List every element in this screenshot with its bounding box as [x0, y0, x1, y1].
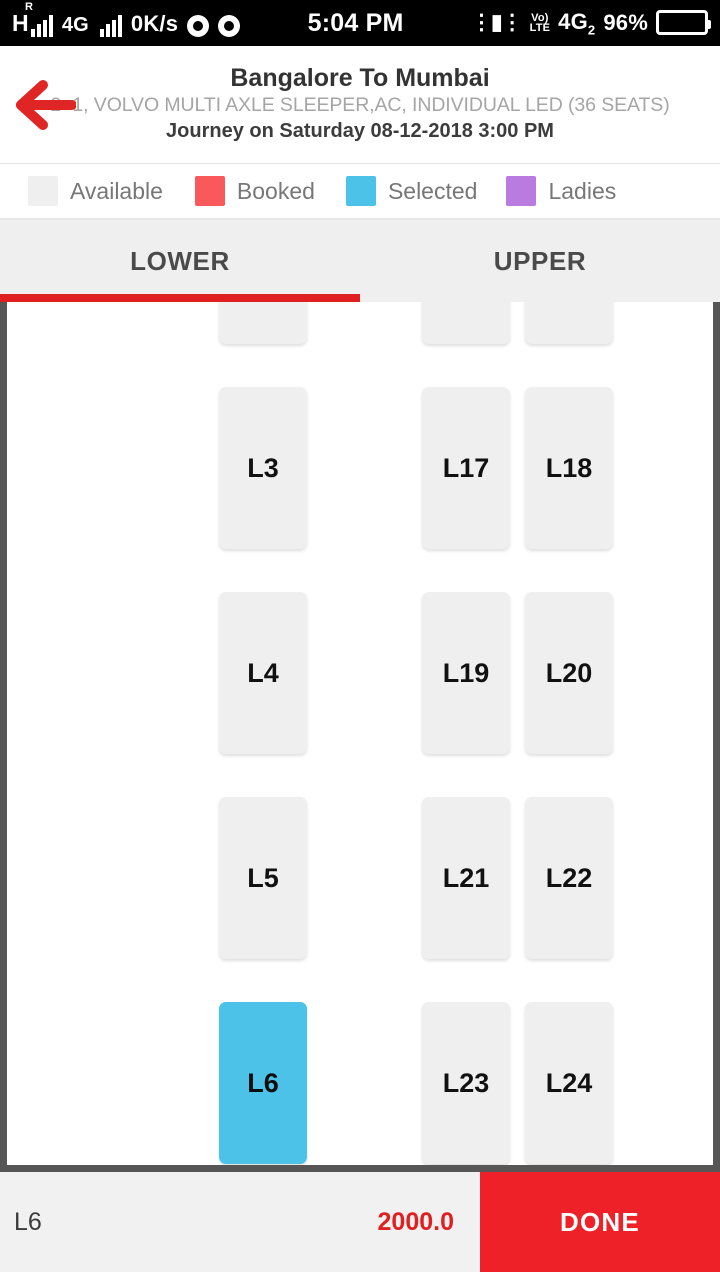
- seat-label: L3: [247, 452, 279, 483]
- bus-description: 2+1, VOLVO MULTI AXLE SLEEPER,AC, INDIVI…: [50, 94, 670, 117]
- seat-label: L20: [545, 657, 593, 688]
- seat-l21[interactable]: L21: [422, 797, 510, 959]
- seat-l3[interactable]: L3: [219, 387, 307, 549]
- seat-l23[interactable]: L23: [422, 1002, 510, 1164]
- seat-l20[interactable]: L20: [525, 592, 613, 754]
- legend-label-booked: Booked: [236, 177, 315, 204]
- journey-datetime: Journey on Saturday 08-12-2018 3:00 PM: [166, 120, 554, 143]
- vibrate-icon: ⋮▮⋮: [471, 11, 523, 35]
- status-bar-left: H R 4G 0K/s: [12, 1, 241, 37]
- battery-full-icon: [656, 10, 711, 36]
- seat-label: L18: [545, 452, 593, 483]
- status-bar: H R 4G 0K/s 5:04 PM ⋮▮⋮ Vo) LTE 4G2 96%: [0, 0, 720, 46]
- seat-l15[interactable]: [422, 302, 510, 344]
- status-bar-right: ⋮▮⋮ Vo) LTE 4G2 96%: [471, 8, 711, 38]
- seat-l24[interactable]: L24: [525, 1002, 613, 1164]
- seat-l5[interactable]: L5: [219, 797, 307, 959]
- booking-summary: L6 2000.0: [0, 1172, 480, 1272]
- roaming-badge: R: [25, 0, 34, 13]
- seat-label: L6: [247, 1067, 279, 1098]
- seat-label: L5: [247, 862, 279, 893]
- seat-label: L17: [442, 452, 490, 483]
- selected-seats-label: L6: [14, 1207, 42, 1236]
- data-rate-label: 0K/s: [130, 10, 179, 36]
- legend-swatch-booked: [194, 176, 225, 206]
- seat-label: L24: [545, 1067, 593, 1098]
- legend-swatch-ladies: [506, 176, 537, 206]
- tab-upper[interactable]: UPPER: [360, 220, 720, 302]
- legend-item-ladies: Ladies: [506, 176, 616, 206]
- back-arrow-icon: [16, 79, 76, 130]
- total-price-label: 2000.0: [377, 1207, 454, 1236]
- legend-swatch-selected: [345, 176, 376, 206]
- volte-bottom: LTE: [529, 21, 551, 34]
- seat-l6[interactable]: L6: [219, 1002, 307, 1164]
- booking-bottom-bar: L6 2000.0 DONE: [0, 1172, 720, 1272]
- seat-l16[interactable]: [525, 302, 613, 344]
- seat-map-panel[interactable]: L3 L17 L18 L4 L19 L20 L5 L21 L22 L6 L23 L24: [0, 302, 720, 1172]
- status-bar-clock: 5:04 PM: [307, 8, 404, 37]
- network-type-label-1: 4G: [61, 13, 89, 36]
- network-letter: H: [12, 9, 29, 36]
- volte-icon: Vo) LTE: [529, 12, 551, 34]
- network-type-label-2: 4G2: [558, 8, 596, 38]
- seat-l4[interactable]: L4: [219, 592, 307, 754]
- chrome-icon: [218, 14, 241, 37]
- legend-label-ladies: Ladies: [548, 177, 617, 204]
- legend-swatch-available: [28, 176, 58, 206]
- seat-legend: Available Booked Selected Ladies: [0, 164, 720, 220]
- seat-label: L23: [442, 1067, 490, 1098]
- done-button[interactable]: DONE: [480, 1172, 720, 1272]
- seat-label: L19: [442, 657, 490, 688]
- app-header: Bangalore To Mumbai 2+1, VOLVO MULTI AXL…: [0, 46, 720, 164]
- legend-item-selected: Selected: [345, 176, 478, 206]
- seat-map-canvas: L3 L17 L18 L4 L19 L20 L5 L21 L22 L6 L23 L24: [7, 302, 713, 1165]
- seat-label: L22: [545, 862, 593, 893]
- signal-bars-icon-1: [30, 14, 53, 37]
- seat-l18[interactable]: L18: [525, 387, 613, 549]
- network-h-icon: H R: [12, 1, 53, 37]
- seat-l17[interactable]: L17: [422, 387, 510, 549]
- seat-label: L4: [247, 657, 279, 688]
- deck-tabs: LOWER UPPER: [0, 220, 720, 302]
- chrome-icon: [187, 14, 210, 37]
- seat-label: L21: [442, 862, 490, 893]
- legend-item-available: Available: [28, 176, 163, 206]
- tab-lower[interactable]: LOWER: [0, 220, 360, 302]
- signal-bars-icon-2: [99, 14, 122, 37]
- seat-l22[interactable]: L22: [525, 797, 613, 959]
- seat-l19[interactable]: L19: [422, 592, 510, 754]
- legend-label-selected: Selected: [387, 177, 478, 204]
- battery-percent-label: 96%: [603, 9, 648, 35]
- legend-label-available: Available: [70, 177, 163, 204]
- seat-l2[interactable]: [219, 302, 307, 344]
- tab-active-indicator: [0, 294, 360, 302]
- back-button[interactable]: [8, 74, 80, 136]
- legend-item-booked: Booked: [194, 176, 315, 206]
- page-title: Bangalore To Mumbai: [230, 63, 490, 92]
